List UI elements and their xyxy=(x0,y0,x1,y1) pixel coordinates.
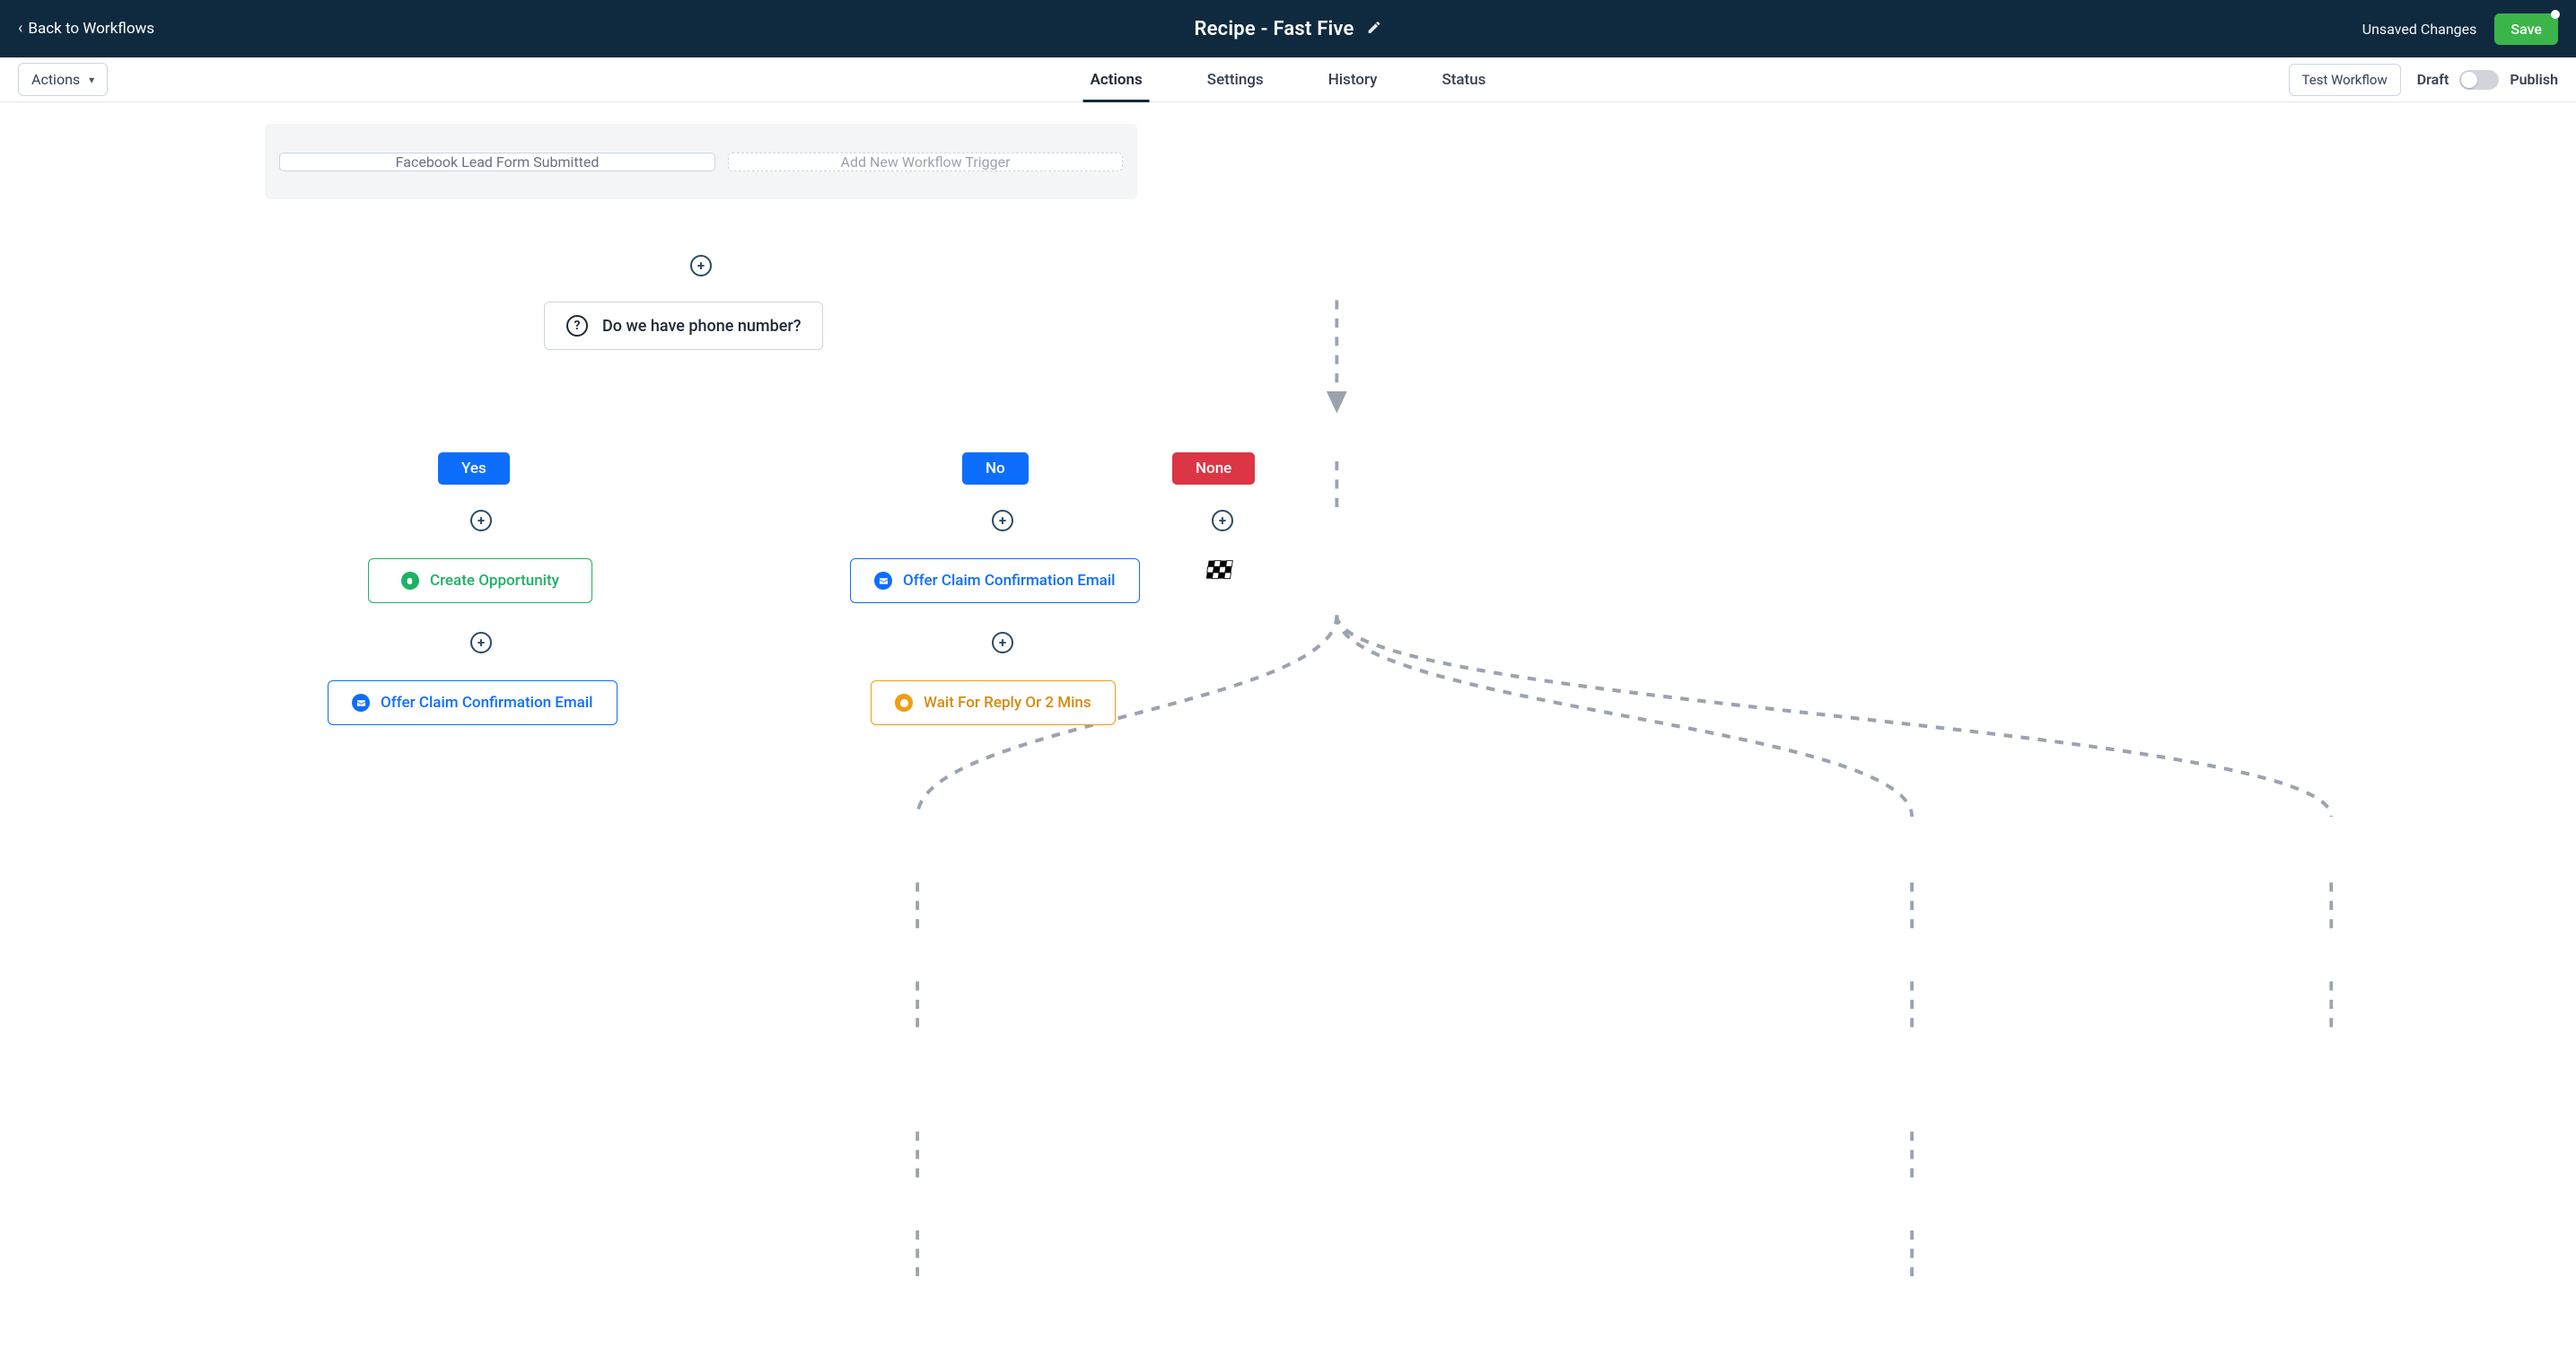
chevron-down-icon: ▾ xyxy=(89,74,94,86)
branch-none[interactable]: None xyxy=(1172,452,1255,485)
question-mark-icon: ? xyxy=(566,315,588,337)
tab-history[interactable]: History xyxy=(1328,57,1378,101)
save-button-label: Save xyxy=(2510,21,2542,38)
pencil-icon xyxy=(1367,20,1382,35)
actions-dropdown-label: Actions xyxy=(31,71,80,88)
action-offer-claim-email-yes[interactable]: Offer Claim Confirmation Email xyxy=(328,680,618,725)
trigger-label: Facebook Lead Form Submitted xyxy=(396,153,600,171)
flow-connectors xyxy=(0,102,2576,1366)
test-workflow-button[interactable]: Test Workflow xyxy=(2289,64,2401,96)
unsaved-changes-label: Unsaved Changes xyxy=(2362,21,2477,38)
workflow-canvas[interactable]: Facebook Lead Form Submitted Add New Wor… xyxy=(0,102,2576,1366)
add-new-trigger-button[interactable]: Add New Workflow Trigger xyxy=(728,153,1123,171)
add-step-button-none[interactable] xyxy=(1212,510,1233,531)
tab-actions[interactable]: Actions xyxy=(1091,57,1143,101)
page-title: Recipe - Fast Five xyxy=(1194,18,1354,40)
action-create-opportunity[interactable]: Create Opportunity xyxy=(368,558,592,603)
draft-label: Draft xyxy=(2417,71,2449,88)
branch-no[interactable]: No xyxy=(962,452,1029,485)
branch-yes[interactable]: Yes xyxy=(438,452,510,485)
condition-do-we-have-phone[interactable]: ? Do we have phone number? xyxy=(544,302,823,350)
actions-dropdown[interactable]: Actions ▾ xyxy=(18,63,108,96)
tab-status[interactable]: Status xyxy=(1441,57,1485,101)
action-wait-for-reply[interactable]: Wait For Reply Or 2 Mins xyxy=(871,680,1116,725)
edit-title-button[interactable] xyxy=(1367,20,1382,39)
dollar-icon xyxy=(401,572,419,590)
unsaved-indicator-dot xyxy=(2551,10,2560,19)
end-node xyxy=(1203,558,1239,587)
add-step-button-yes-2[interactable] xyxy=(470,632,492,653)
condition-label: Do we have phone number? xyxy=(602,317,801,336)
clock-icon xyxy=(895,694,913,712)
trigger-container: Facebook Lead Form Submitted Add New Wor… xyxy=(265,124,1137,199)
tab-settings[interactable]: Settings xyxy=(1207,57,1264,101)
envelope-icon xyxy=(352,694,370,712)
action-offer-claim-email-no[interactable]: Offer Claim Confirmation Email xyxy=(850,558,1140,603)
add-step-button[interactable] xyxy=(690,255,712,276)
back-to-workflows-link[interactable]: ‹ Back to Workflows xyxy=(18,20,154,38)
publish-toggle[interactable] xyxy=(2459,70,2499,90)
toggle-knob xyxy=(2461,72,2477,88)
trigger-facebook-lead-form[interactable]: Facebook Lead Form Submitted xyxy=(279,153,715,171)
add-step-button-no-1[interactable] xyxy=(992,510,1013,531)
add-step-button-yes-1[interactable] xyxy=(470,510,492,531)
finish-flag-icon xyxy=(1203,558,1239,587)
save-button[interactable]: Save xyxy=(2494,13,2558,45)
back-link-label: Back to Workflows xyxy=(28,20,154,38)
chevron-left-icon: ‹ xyxy=(18,21,22,37)
publish-label: Publish xyxy=(2510,71,2558,88)
add-step-button-no-2[interactable] xyxy=(992,632,1013,653)
add-trigger-label: Add New Workflow Trigger xyxy=(841,153,1011,171)
envelope-icon xyxy=(874,572,892,590)
